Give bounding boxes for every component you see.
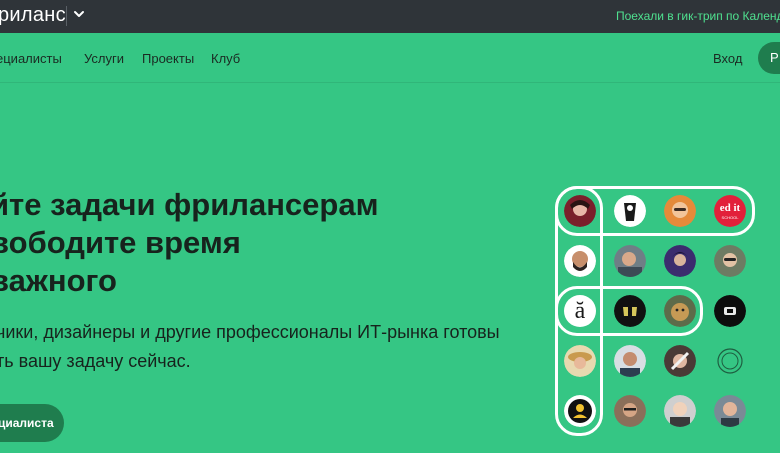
avatar[interactable] bbox=[714, 395, 746, 427]
avatar[interactable] bbox=[714, 245, 746, 277]
avatar[interactable] bbox=[664, 395, 696, 427]
avatar[interactable] bbox=[664, 295, 696, 327]
brand-divider bbox=[66, 6, 67, 26]
hero-subtitle: чики, дизайнеры и другие профессионалы И… bbox=[0, 318, 500, 376]
freelancer-avatar-grid: ed it SCHOOL ă bbox=[553, 184, 763, 440]
hero-title-line-1: йте задачи фрилансерам bbox=[0, 187, 379, 222]
avatar[interactable] bbox=[564, 345, 596, 377]
avatar[interactable] bbox=[614, 395, 646, 427]
register-button[interactable]: Р bbox=[758, 42, 780, 74]
hero-title: йте задачи фрилансерам вободите время ва… bbox=[0, 186, 379, 300]
avatar[interactable] bbox=[614, 345, 646, 377]
hero-subtitle-line-1: чики, дизайнеры и другие профессионалы И… bbox=[0, 322, 500, 342]
nav-item-specialists[interactable]: ециалисты bbox=[0, 51, 62, 66]
hero-subtitle-line-2: ть вашу задачу сейчас. bbox=[0, 351, 191, 371]
avatar[interactable] bbox=[564, 245, 596, 277]
edit-school-logo-text: ed it bbox=[719, 202, 741, 214]
avatar[interactable] bbox=[614, 195, 646, 227]
find-specialist-button-label: циалиста bbox=[0, 416, 54, 430]
avatar[interactable] bbox=[614, 295, 646, 327]
chevron-down-icon[interactable] bbox=[72, 7, 86, 21]
edit-school-logo-sub: SCHOOL bbox=[721, 215, 739, 220]
nav-item-club[interactable]: Клуб bbox=[211, 51, 240, 66]
brand-logo[interactable]: риланс bbox=[0, 4, 66, 27]
avatar[interactable] bbox=[714, 345, 746, 377]
avatar[interactable] bbox=[714, 295, 746, 327]
avatar[interactable] bbox=[564, 395, 596, 427]
avatar[interactable] bbox=[664, 345, 696, 377]
nav-item-projects[interactable]: Проекты bbox=[142, 51, 194, 66]
avatar[interactable] bbox=[664, 245, 696, 277]
hero-title-line-3: важного bbox=[0, 263, 117, 298]
avatar-letter[interactable]: ă bbox=[564, 295, 596, 327]
avatar[interactable] bbox=[564, 195, 596, 227]
hero-title-line-2: вободите время bbox=[0, 225, 241, 260]
avatar[interactable] bbox=[664, 195, 696, 227]
nav-item-services[interactable]: Услуги bbox=[84, 51, 124, 66]
promo-link[interactable]: Поехали в гик-трип по Календар bbox=[616, 9, 780, 23]
find-specialist-button[interactable]: циалиста bbox=[0, 404, 64, 442]
login-link[interactable]: Вход bbox=[713, 51, 742, 66]
avatar-edit-school[interactable]: ed it SCHOOL bbox=[714, 195, 746, 227]
avatar[interactable] bbox=[614, 245, 646, 277]
letter-avatar-glyph: ă bbox=[574, 298, 586, 324]
main-nav: ециалисты Услуги Проекты Клуб Вход Р bbox=[0, 33, 780, 83]
register-button-label: Р bbox=[770, 50, 779, 65]
top-bar: риланс Поехали в гик-трип по Календар bbox=[0, 0, 780, 33]
